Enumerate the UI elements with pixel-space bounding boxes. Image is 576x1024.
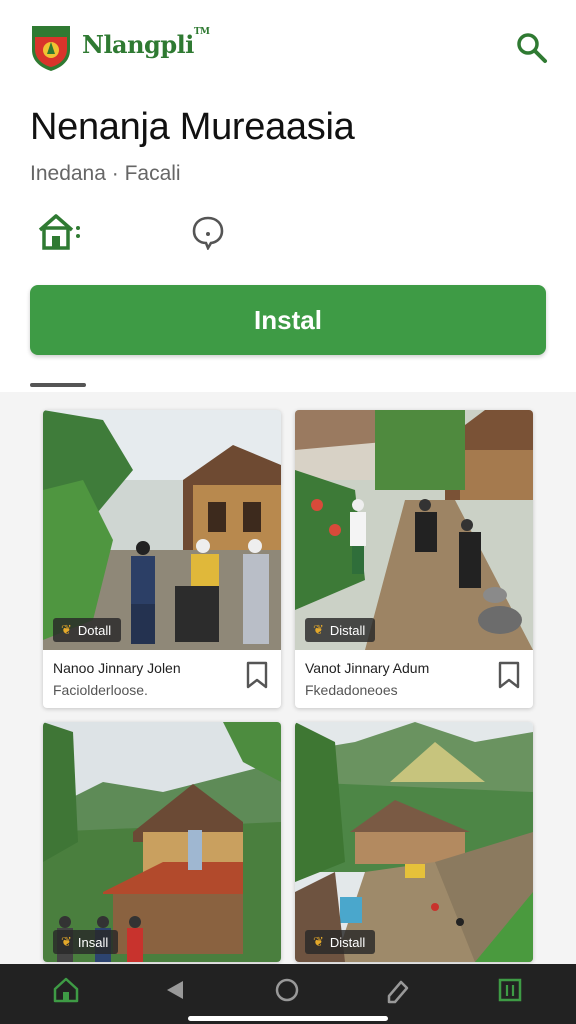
home-icon[interactable] xyxy=(36,212,84,252)
brand-name: NlangpliTM xyxy=(82,27,210,59)
card-meta: Nanoo Jinnary Jolen Faciolderloose. xyxy=(43,650,281,708)
top-bar: NlangpliTM xyxy=(0,0,576,92)
card-badge: ❦ Distall xyxy=(305,618,376,642)
leaf-icon: ❦ xyxy=(61,622,72,637)
leaf-icon: ❦ xyxy=(313,934,324,949)
leaf-icon: ❦ xyxy=(61,934,72,949)
card-photo: ❦ Insall xyxy=(43,722,281,962)
card-subtitle: Fkedadoneoes xyxy=(305,682,398,698)
app-title: Nenanja Mureaasia xyxy=(30,106,355,148)
app-screen: NlangpliTM Nenanja Mureaasia Inedana · F… xyxy=(0,0,576,1024)
card-badge: ❦ Insall xyxy=(53,930,119,954)
home-icon[interactable] xyxy=(52,976,80,1004)
card-badge: ❦ Dotall xyxy=(53,618,122,642)
back-icon[interactable] xyxy=(161,976,189,1004)
gesture-bar[interactable] xyxy=(188,1016,388,1021)
gallery-card[interactable]: ❦ Distall Vanot Jinnary Adum Fkedadoneoes xyxy=(295,410,533,708)
shield-logo-icon xyxy=(32,26,70,71)
gallery-card[interactable]: ❦ Distall xyxy=(295,722,533,962)
circle-home-icon[interactable] xyxy=(273,976,301,1004)
chat-bubble-icon[interactable] xyxy=(190,214,226,250)
install-button[interactable]: Instal xyxy=(30,285,546,355)
card-subtitle: Faciolderloose. xyxy=(53,682,148,698)
app-subtitle: Inedana · Facali xyxy=(30,162,181,185)
gallery-card[interactable]: ❦ Insall xyxy=(43,722,281,962)
action-icons xyxy=(30,210,330,254)
card-title: Vanot Jinnary Adum xyxy=(305,660,430,676)
bookmark-icon[interactable] xyxy=(245,661,269,689)
search-icon[interactable] xyxy=(514,30,548,64)
leaf-icon: ❦ xyxy=(313,622,324,637)
card-photo: ❦ Distall xyxy=(295,410,533,650)
bookmark-icon[interactable] xyxy=(497,661,521,689)
edit-icon[interactable] xyxy=(384,976,412,1004)
card-photo: ❦ Dotall xyxy=(43,410,281,650)
card-title: Nanoo Jinnary Jolen xyxy=(53,660,181,676)
gallery-card[interactable]: ❦ Dotall Nanoo Jinnary Jolen Faciolderloo… xyxy=(43,410,281,708)
card-photo: ❦ Distall xyxy=(295,722,533,962)
card-badge: ❦ Distall xyxy=(305,930,376,954)
section-divider xyxy=(30,383,86,387)
bottom-nav xyxy=(0,964,576,1024)
card-meta: Vanot Jinnary Adum Fkedadoneoes xyxy=(295,650,533,708)
recent-apps-icon[interactable] xyxy=(496,976,524,1004)
